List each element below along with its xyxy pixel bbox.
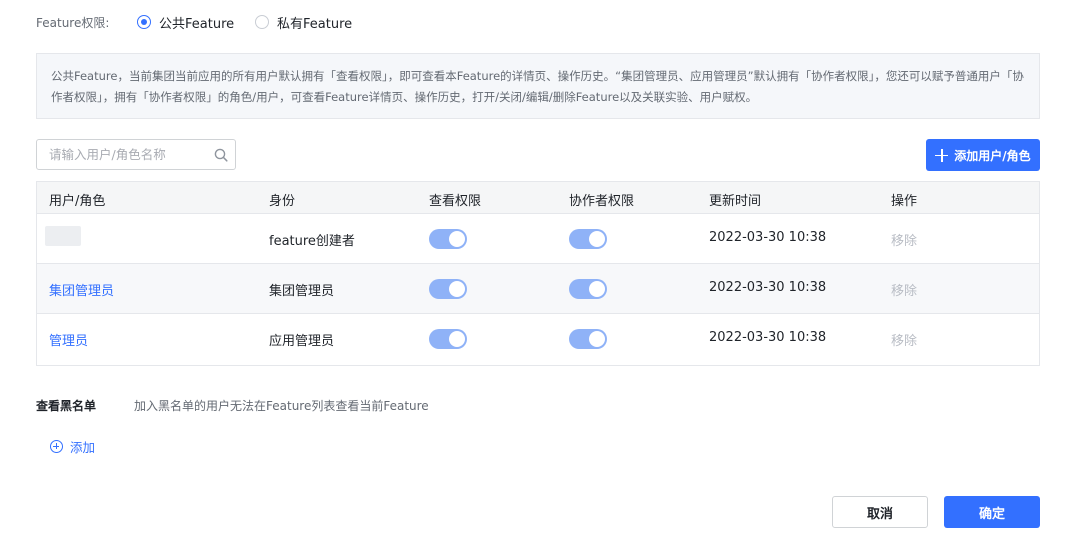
radio-private-feature[interactable]: 私有Feature	[255, 12, 352, 32]
add-blacklist-button[interactable]: 添加	[50, 437, 95, 456]
updated-time-cell: 2022-03-30 10:38	[709, 230, 827, 245]
confirm-button[interactable]: 确定	[944, 496, 1040, 528]
add-blacklist-label: 添加	[70, 440, 96, 455]
remove-button: 移除	[891, 234, 918, 249]
table-row: feature创建者 2022-03-30 10:38 移除	[37, 214, 1039, 264]
blacklist-description: 加入黑名单的用户无法在Feature列表查看当前Feature	[134, 399, 429, 413]
column-header-action: 操作	[891, 194, 918, 209]
identity-cell: 集团管理员	[269, 284, 335, 299]
updated-time-cell: 2022-03-30 10:38	[709, 330, 827, 345]
radio-unchecked-icon	[255, 15, 269, 29]
column-header-collab: 协作者权限	[569, 194, 635, 209]
updated-time-cell: 2022-03-30 10:38	[709, 280, 827, 295]
plus-icon	[935, 148, 949, 162]
add-circle-icon	[50, 440, 63, 453]
user-role-link[interactable]: 管理员	[49, 330, 88, 349]
remove-button: 移除	[891, 284, 918, 299]
column-header-identity: 身份	[269, 194, 296, 209]
column-header-updated: 更新时间	[709, 194, 762, 209]
radio-private-label: 私有Feature	[277, 16, 353, 32]
add-user-role-button[interactable]: 添加用户/角色	[926, 139, 1040, 171]
collab-permission-toggle[interactable]	[569, 329, 607, 349]
search-icon[interactable]	[207, 140, 235, 169]
identity-cell: feature创建者	[269, 234, 355, 249]
blacklist-label: 查看黑名单	[36, 399, 97, 413]
view-permission-toggle[interactable]	[429, 229, 467, 249]
identity-cell: 应用管理员	[269, 334, 335, 349]
permission-label: Feature权限:	[36, 16, 110, 30]
collab-permission-toggle[interactable]	[569, 229, 607, 249]
view-permission-toggle[interactable]	[429, 329, 467, 349]
radio-public-label: 公共Feature	[159, 16, 235, 32]
user-role-link[interactable]: 集团管理员	[49, 280, 114, 299]
table-row: 管理员 应用管理员 2022-03-30 10:38 移除	[37, 314, 1039, 364]
collab-permission-toggle[interactable]	[569, 279, 607, 299]
radio-public-feature[interactable]: 公共Feature	[137, 12, 234, 32]
permission-table: 用户/角色 身份 查看权限 协作者权限 更新时间 操作 feature创建者 2…	[36, 181, 1040, 366]
view-permission-toggle[interactable]	[429, 279, 467, 299]
search-input[interactable]	[37, 140, 207, 169]
column-header-user: 用户/角色	[49, 194, 106, 209]
info-notice: 公共Feature，当前集团当前应用的所有用户默认拥有「查看权限」，即可查看本F…	[36, 53, 1040, 119]
add-user-role-label: 添加用户/角色	[954, 148, 1031, 163]
table-header: 用户/角色 身份 查看权限 协作者权限 更新时间 操作	[37, 182, 1039, 214]
remove-button: 移除	[891, 334, 918, 349]
table-row: 集团管理员 集团管理员 2022-03-30 10:38 移除	[37, 264, 1039, 314]
cancel-button[interactable]: 取消	[832, 496, 928, 528]
column-header-view: 查看权限	[429, 194, 482, 209]
avatar	[45, 226, 81, 246]
search-box	[36, 139, 236, 170]
radio-checked-icon	[137, 15, 151, 29]
